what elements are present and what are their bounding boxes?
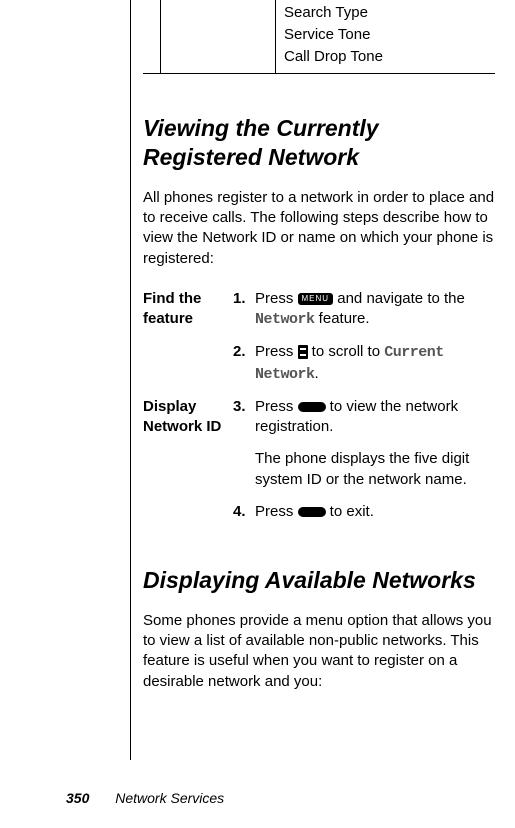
table-col-empty-2 — [161, 0, 276, 73]
step-group: Find the feature 1. Press MENU and navig… — [143, 289, 495, 397]
step-group: Display Network ID 3. Press to view the … — [143, 397, 495, 534]
table-option: Search Type — [284, 2, 487, 24]
send-key-icon — [298, 402, 326, 412]
end-key-icon — [298, 507, 326, 517]
step-number: 4. — [233, 502, 255, 522]
step-item: 4. Press to exit. — [233, 502, 495, 522]
table-col-empty-1 — [143, 0, 161, 73]
mono-text: Network — [255, 311, 315, 328]
menu-key-icon: MENU — [298, 293, 334, 305]
step-group-label: Display Network ID — [143, 397, 233, 534]
page-number: 350 — [66, 790, 89, 806]
step-number: 3. — [233, 397, 255, 438]
section-heading: Viewing the Currently Registered Network — [143, 114, 495, 172]
page-footer: 350 Network Services — [66, 790, 224, 806]
top-settings-table: Search Type Service Tone Call Drop Tone — [143, 0, 495, 74]
step-text: Press to exit. — [255, 502, 495, 522]
step-text: Press MENU and navigate to the Network f… — [255, 289, 495, 331]
step-item: 3. Press to view the network registratio… — [233, 397, 495, 438]
table-col-options: Search Type Service Tone Call Drop Tone — [276, 0, 495, 73]
step-group-body: 1. Press MENU and navigate to the Networ… — [233, 289, 495, 397]
section-heading: Displaying Available Networks — [143, 566, 495, 595]
page-content: Search Type Service Tone Call Drop Tone … — [130, 0, 495, 760]
step-text: Press to view the network registration. — [255, 397, 495, 438]
steps-block-1: Find the feature 1. Press MENU and navig… — [143, 289, 495, 534]
nav-key-icon — [298, 345, 308, 359]
step-extra-text: The phone displays the five digit system… — [255, 449, 495, 490]
step-number: 2. — [233, 342, 255, 385]
step-number: 1. — [233, 289, 255, 331]
step-group-label: Find the feature — [143, 289, 233, 397]
section-intro: Some phones provide a menu option that a… — [143, 611, 495, 692]
step-item: 2. Press to scroll to Current Network. — [233, 342, 495, 385]
footer-section-name: Network Services — [115, 790, 224, 806]
step-item: 1. Press MENU and navigate to the Networ… — [233, 289, 495, 331]
table-option: Call Drop Tone — [284, 46, 487, 68]
section-intro: All phones register to a network in orde… — [143, 188, 495, 269]
table-option: Service Tone — [284, 24, 487, 46]
step-text: Press to scroll to Current Network. — [255, 342, 495, 385]
step-group-body: 3. Press to view the network registratio… — [233, 397, 495, 534]
